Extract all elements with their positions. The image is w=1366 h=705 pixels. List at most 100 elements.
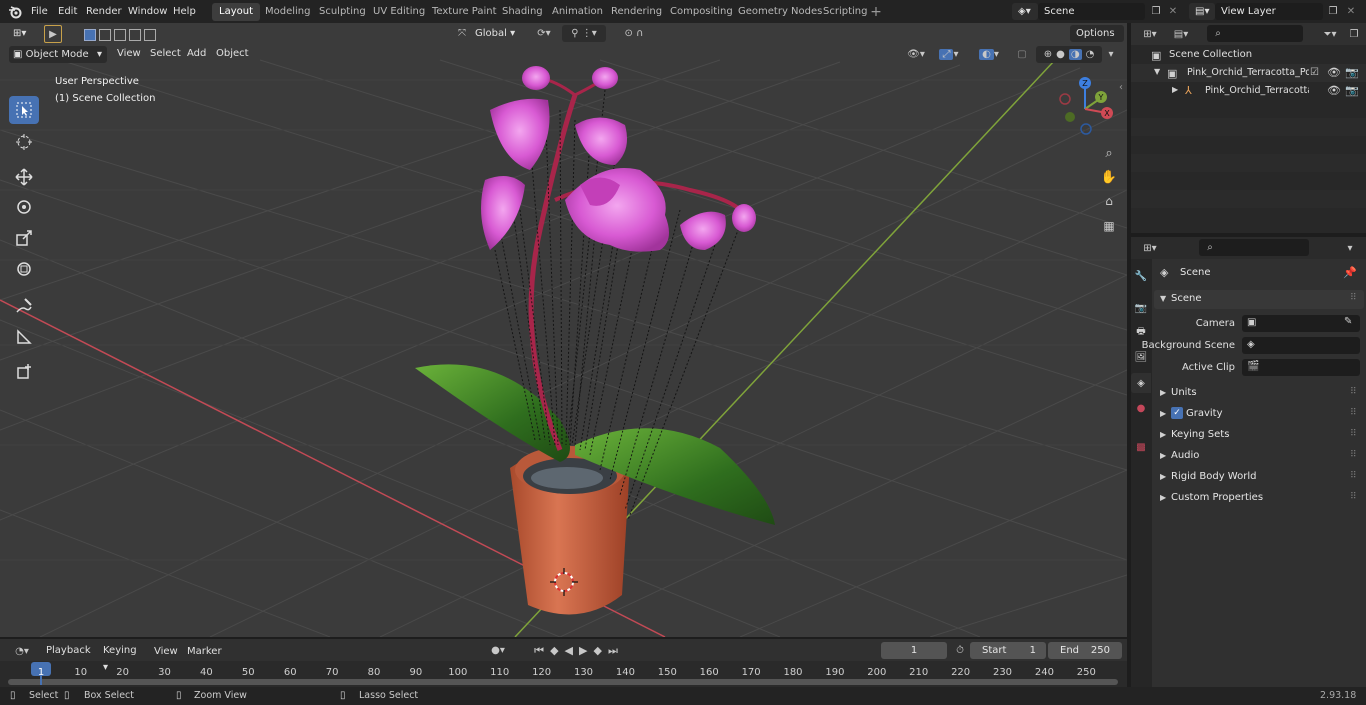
drag-handle-icon[interactable]: ⠿ bbox=[1350, 450, 1357, 460]
active-clip-field[interactable] bbox=[1242, 359, 1360, 376]
filter-icon[interactable]: ⏷▾ bbox=[1317, 25, 1343, 43]
close-scene-icon[interactable]: ✕ bbox=[1166, 3, 1180, 20]
camera-render-icon[interactable]: 📷 bbox=[1345, 84, 1359, 97]
outliner-row-collection[interactable]: ▼ ▣ Pink_Orchid_Terracotta_Pot_0 ☑ 👁 📷 bbox=[1131, 64, 1366, 82]
texture-properties-tab-icon[interactable]: ▩ bbox=[1131, 437, 1151, 457]
eye-icon[interactable]: 👁 bbox=[1327, 84, 1341, 97]
timeline-menu-marker[interactable]: Marker bbox=[187, 640, 222, 663]
viewport-menu-select[interactable]: Select bbox=[150, 45, 181, 63]
properties-editor-type-icon[interactable]: ⊞▾ bbox=[1137, 239, 1163, 257]
duplicate-view-layer-icon[interactable]: ❐ bbox=[1325, 3, 1341, 20]
snap-icon[interactable]: ⚲ ⋮▾ bbox=[562, 25, 606, 42]
timeline-editor-type-icon[interactable]: ◔▾ bbox=[8, 642, 36, 660]
camera-field[interactable] bbox=[1242, 315, 1360, 332]
drag-handle-icon[interactable]: ⠿ bbox=[1350, 471, 1357, 481]
expand-triangle-icon[interactable]: ▼ bbox=[1154, 67, 1160, 76]
exclude-checkbox-icon[interactable]: ☑ bbox=[1310, 67, 1319, 78]
add-workspace-icon[interactable]: + bbox=[868, 4, 884, 20]
tab-uv-editing[interactable]: UV Editing bbox=[366, 3, 432, 21]
eye-icon[interactable]: 👁 bbox=[1327, 66, 1341, 79]
options-button[interactable]: Options ▾ bbox=[1070, 25, 1124, 56]
viewport-menu-view[interactable]: View bbox=[117, 45, 141, 63]
transform-tool[interactable] bbox=[9, 255, 39, 283]
scene-browse-button[interactable]: ◈▾ bbox=[1012, 3, 1038, 20]
scale-tool[interactable] bbox=[9, 224, 39, 252]
viewport-menu-object[interactable]: Object bbox=[216, 45, 249, 63]
end-frame-field[interactable]: End 250 bbox=[1048, 642, 1122, 659]
next-keyframe-icon[interactable]: ◆ bbox=[593, 644, 601, 657]
blender-logo-icon[interactable] bbox=[6, 3, 24, 21]
menu-help[interactable]: Help bbox=[173, 0, 196, 23]
shading-options-icon[interactable]: ▾ bbox=[1104, 46, 1118, 63]
outliner-row-scene-collection[interactable]: ▣ Scene Collection bbox=[1131, 46, 1366, 64]
menu-file[interactable]: File bbox=[31, 0, 48, 23]
menu-edit[interactable]: Edit bbox=[58, 0, 77, 23]
transform-orientation-select[interactable]: Global ▾ bbox=[469, 25, 524, 42]
select-box-tool[interactable] bbox=[9, 96, 39, 124]
background-scene-field[interactable] bbox=[1242, 337, 1360, 354]
world-properties-tab-icon[interactable]: ● bbox=[1131, 398, 1151, 418]
drag-handle-icon[interactable]: ⠿ bbox=[1350, 492, 1357, 502]
jump-start-icon[interactable]: ⏮ bbox=[534, 644, 544, 658]
pivot-point-icon[interactable]: ⟳▾ bbox=[530, 25, 558, 42]
rotate-tool[interactable] bbox=[9, 193, 39, 221]
pan-hand-icon[interactable]: ✋ bbox=[1098, 166, 1120, 188]
display-mode-icon[interactable]: ▤▾ bbox=[1169, 25, 1193, 43]
custom-properties-panel[interactable]: ▶ Custom Properties ⠿ bbox=[1154, 489, 1364, 508]
drag-handle-icon[interactable]: ⠿ bbox=[1350, 429, 1357, 439]
keying-sets-panel[interactable]: ▶ Keying Sets ⠿ bbox=[1154, 426, 1364, 445]
collapsed-triangle-icon[interactable]: ▶ bbox=[1172, 85, 1178, 94]
tab-modeling[interactable]: Modeling bbox=[258, 3, 318, 21]
eyedropper-icon[interactable]: ✎ bbox=[1344, 316, 1352, 327]
move-tool[interactable] bbox=[9, 163, 39, 191]
grid-toggle-icon[interactable]: ▦ bbox=[1098, 215, 1120, 237]
start-frame-field[interactable]: Start 1 bbox=[970, 642, 1046, 659]
timeline-menu-view[interactable]: View bbox=[154, 640, 178, 663]
measure-tool[interactable] bbox=[9, 323, 39, 351]
new-collection-icon[interactable]: ❐ bbox=[1345, 25, 1363, 43]
wireframe-shading-icon[interactable]: ⊕ bbox=[1044, 49, 1052, 60]
visibility-icon[interactable]: 👁▾ bbox=[902, 46, 930, 63]
solid-shading-icon[interactable]: ● bbox=[1056, 49, 1065, 60]
output-properties-tab-icon[interactable]: 🖶 bbox=[1131, 322, 1151, 342]
jump-end-icon[interactable]: ⏭ bbox=[608, 644, 618, 658]
scene-name-field[interactable]: Scene bbox=[1038, 3, 1145, 20]
drag-handle-icon[interactable]: ⠿ bbox=[1350, 387, 1357, 397]
select-mode-icon[interactable]: ▶ bbox=[44, 25, 62, 43]
play-icon[interactable]: ▶ bbox=[579, 644, 587, 657]
sidebar-expand-icon[interactable]: ‹ bbox=[1116, 79, 1126, 95]
tool-properties-tab-icon[interactable]: 🔧 bbox=[1131, 266, 1151, 286]
view-layer-field[interactable]: View Layer bbox=[1215, 3, 1323, 20]
rigid-body-world-panel[interactable]: ▶ Rigid Body World ⠿ bbox=[1154, 468, 1364, 487]
pin-icon[interactable]: 📌 bbox=[1343, 266, 1357, 279]
tab-shading[interactable]: Shading bbox=[495, 3, 550, 21]
close-view-layer-icon[interactable]: ✕ bbox=[1344, 3, 1358, 20]
keying-menu[interactable]: Keying ▾ bbox=[97, 642, 145, 673]
proportional-edit-icon[interactable]: ⊙ ∩ bbox=[612, 25, 656, 42]
outliner-row-object[interactable]: ▶ ⅄ Pink_Orchid_Terracotta_P 👁 📷 bbox=[1131, 82, 1366, 100]
play-reverse-icon[interactable]: ◀ bbox=[565, 644, 573, 657]
zoom-icon[interactable]: ⌕ bbox=[1098, 142, 1120, 164]
gravity-panel[interactable]: ▶ ✓ Gravity ⠿ bbox=[1154, 405, 1364, 424]
tab-geometry-nodes[interactable]: Geometry Nodes bbox=[731, 3, 829, 21]
properties-options-icon[interactable]: ▾ bbox=[1341, 239, 1359, 257]
playback-menu[interactable]: Playback ▾ bbox=[40, 642, 96, 673]
editor-type-button[interactable]: ⊞▾ bbox=[7, 25, 37, 42]
tab-scripting[interactable]: Scripting bbox=[816, 3, 874, 21]
shading-mode-icons[interactable]: ⊕ ● ◑ ◔ bbox=[1036, 46, 1102, 63]
units-panel[interactable]: ▶ Units ⠿ bbox=[1154, 384, 1364, 403]
menu-render[interactable]: Render bbox=[86, 0, 122, 23]
cursor-tool[interactable] bbox=[9, 128, 39, 156]
tab-sculpting[interactable]: Sculpting bbox=[312, 3, 373, 21]
add-cube-tool[interactable] bbox=[9, 358, 39, 386]
menu-window[interactable]: Window bbox=[128, 0, 167, 23]
timeline-scrollbar[interactable] bbox=[8, 679, 1118, 685]
camera-render-icon[interactable]: 📷 bbox=[1345, 66, 1359, 79]
rendered-shading-icon[interactable]: ◔ bbox=[1086, 49, 1095, 60]
selection-mode-icons[interactable] bbox=[76, 26, 164, 43]
xray-icon[interactable]: ▢ bbox=[1014, 46, 1030, 63]
current-frame-field[interactable]: 1 bbox=[881, 642, 947, 659]
drag-handle-icon[interactable]: ⠿ bbox=[1350, 293, 1357, 303]
gizmo-toggle-icon[interactable]: ⤢ ▾ bbox=[932, 46, 966, 63]
view-layer-browse-button[interactable]: ▤▾ bbox=[1189, 3, 1215, 20]
